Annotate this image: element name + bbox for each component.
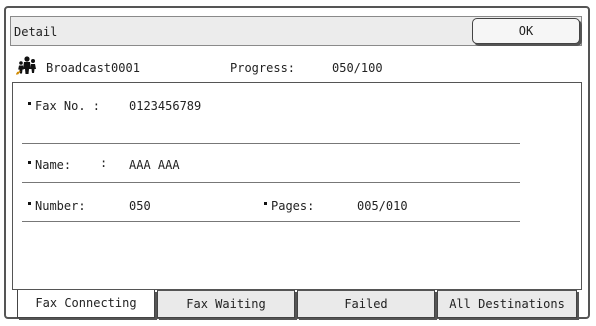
bullet-icon [28,102,31,105]
bullet-icon [28,161,31,164]
tab-fax-waiting[interactable]: Fax Waiting [157,290,295,318]
ok-button[interactable]: OK [472,18,580,44]
detail-panel [12,82,582,290]
name-value: AAA AAA [129,158,180,172]
number-row: Number: [28,199,86,213]
tab-failed[interactable]: Failed [297,290,435,318]
pages-value: 005/010 [357,199,408,213]
tab-fax-connecting[interactable]: Fax Connecting [17,290,155,318]
progress-value: 050/100 [332,61,383,75]
number-value: 050 [129,199,151,213]
divider [22,143,520,144]
dialog-title: Detail [14,25,58,39]
name-separator: : [100,156,108,170]
pages-label: Pages: [271,199,315,213]
bullet-icon [264,202,267,205]
progress-label: Progress: [230,61,296,75]
number-label: Number: [35,199,86,213]
fax-no-row: Fax No. : [28,99,100,113]
bullet-icon [28,202,31,205]
job-name: Broadcast0001 [46,61,140,75]
tab-all-destinations[interactable]: All Destinations [437,290,577,318]
divider [22,221,520,222]
broadcast-icon [16,56,36,75]
fax-no-value: 0123456789 [129,99,202,113]
name-row: Name: [28,158,71,172]
divider [22,182,520,183]
name-label: Name: [35,158,72,172]
fax-no-label: Fax No. : [35,99,101,113]
pages-row: Pages: [264,199,314,213]
